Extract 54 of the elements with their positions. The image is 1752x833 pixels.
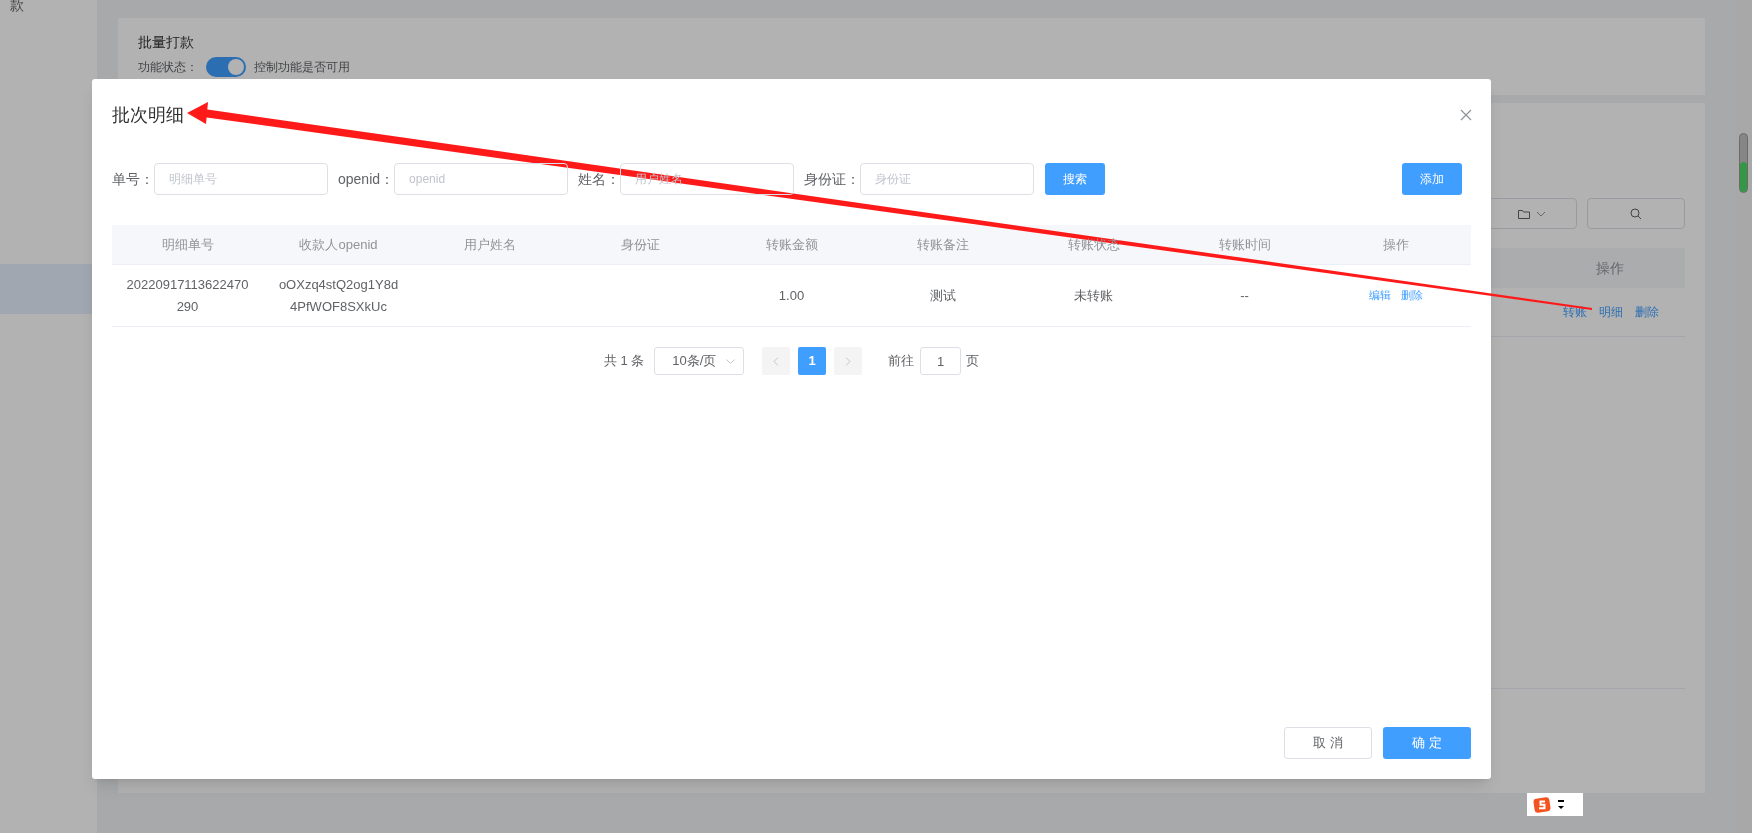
action-link[interactable]: 转账: [1563, 303, 1587, 321]
cancel-button[interactable]: 取 消: [1284, 727, 1372, 759]
status-label: 功能状态：: [138, 59, 198, 76]
table-cell-text: 20220917113622470290: [125, 275, 250, 316]
field-label: 单号：: [112, 169, 154, 189]
table-cell-text: 1.00: [777, 286, 806, 305]
action-link[interactable]: 删除: [1635, 303, 1659, 321]
folder-icon: [1517, 208, 1530, 219]
menu-arrows-icon: [1557, 798, 1565, 811]
input-field[interactable]: 明细单号: [154, 163, 328, 195]
field-label: 身份证：: [804, 169, 861, 189]
table-cell-text: 测试: [928, 286, 957, 305]
caret-icon: [726, 358, 736, 364]
chevron-left-icon: [773, 356, 780, 366]
toggle-switch[interactable]: [206, 57, 246, 77]
field-label: 姓名：: [578, 169, 621, 189]
column-header: 明细单号: [161, 235, 214, 254]
column-header: 用户姓名: [463, 235, 516, 254]
dialog-title: 批次明细: [112, 103, 184, 127]
action-link[interactable]: 编辑: [1368, 287, 1391, 304]
table-cell-text: --: [1239, 286, 1250, 305]
table-cell-text: oOXzq4stQ2og1Y8d4PfWOF8SXkUc: [277, 275, 400, 316]
column-header: 身份证: [621, 235, 660, 254]
search-button[interactable]: [1587, 198, 1685, 229]
goto-suffix: 页: [966, 352, 980, 371]
action-link[interactable]: 明细: [1599, 303, 1623, 321]
input-field[interactable]: openid: [394, 163, 569, 195]
column-header: 收款人openid: [299, 235, 378, 254]
card-title: 批量打款: [138, 33, 195, 52]
total-count: 共 1 条: [603, 352, 645, 371]
status-hint: 控制功能是否可用: [254, 59, 350, 76]
close-icon[interactable]: [1460, 109, 1472, 121]
add-button[interactable]: 添加: [1402, 163, 1462, 195]
action-link[interactable]: 删除: [1400, 287, 1423, 304]
ime-logo-icon: [1533, 796, 1551, 813]
column-header: 转账时间: [1218, 235, 1271, 254]
goto-label: 前往: [888, 352, 915, 371]
page-button[interactable]: 1: [798, 347, 827, 375]
search-button[interactable]: 搜索: [1045, 163, 1106, 195]
ime-toolbar[interactable]: [1527, 793, 1583, 816]
search-icon: [1630, 207, 1642, 220]
page-input[interactable]: 1: [920, 347, 962, 375]
field-label: openid：: [338, 169, 395, 189]
column-header: 转账备注: [916, 235, 969, 254]
input-field[interactable]: 身份证: [860, 163, 1035, 195]
column-header: 操作: [1596, 258, 1624, 278]
chevron-right-icon: [845, 356, 852, 366]
caret-icon: [1535, 210, 1546, 217]
page-size-select[interactable]: 10条/页: [654, 347, 745, 375]
table-cell-text: 未转账: [1073, 286, 1114, 305]
scrollbar-thumb[interactable]: [1739, 133, 1748, 193]
column-header: 操作: [1382, 235, 1409, 254]
confirm-button[interactable]: 确 定: [1383, 727, 1471, 759]
column-header: 转账金额: [765, 235, 818, 254]
